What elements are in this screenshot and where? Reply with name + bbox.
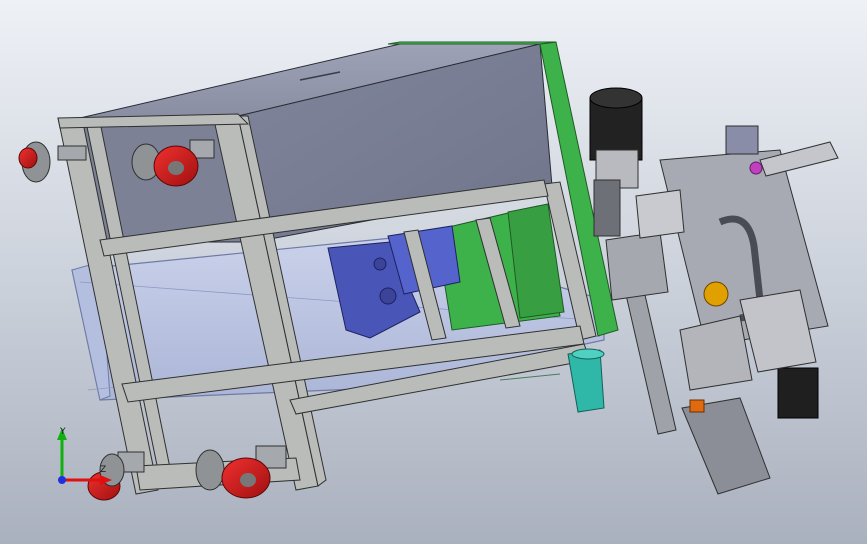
cad-viewport[interactable]: Y Z [0,0,867,544]
rear-mechanism[interactable] [589,87,839,495]
assembly-model[interactable]: Y Z [0,0,867,544]
y-axis-label: Y [59,427,66,437]
z-axis-label: Z [100,465,106,475]
z-axis-dot [58,476,66,484]
